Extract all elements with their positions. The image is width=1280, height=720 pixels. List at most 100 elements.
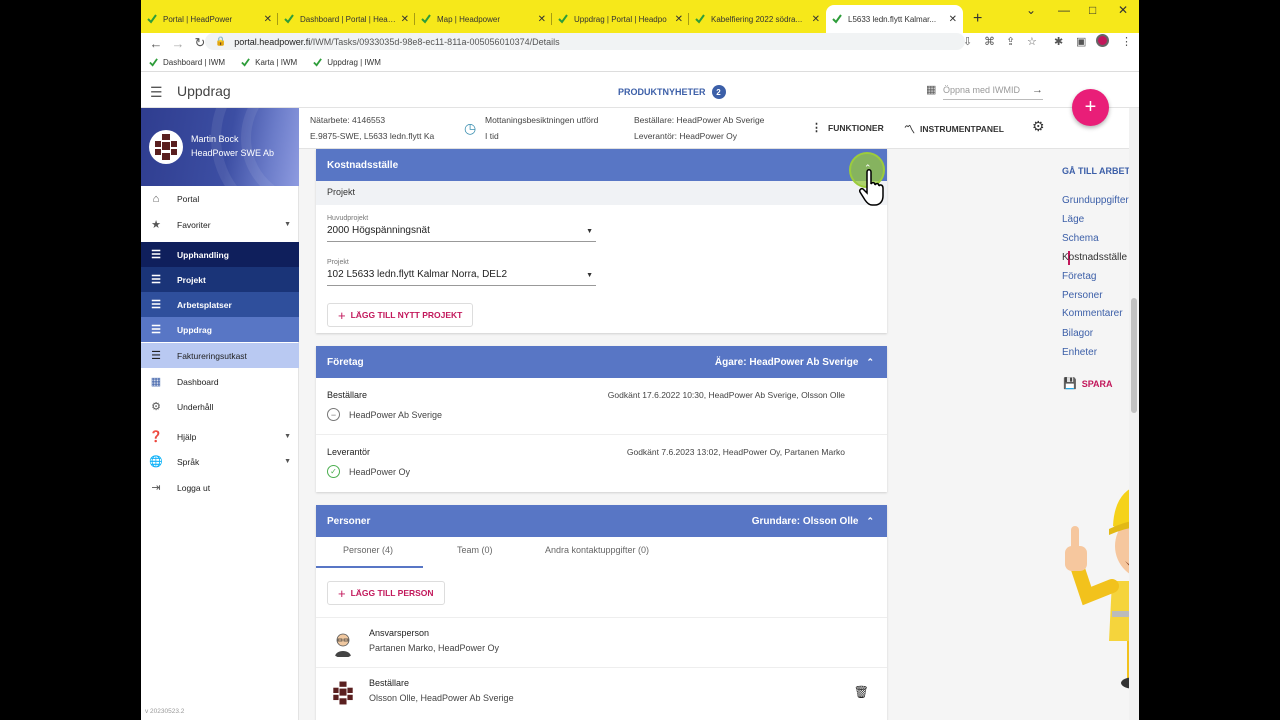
headpower-favicon <box>695 14 705 24</box>
lock-icon: 🔒 <box>215 36 227 46</box>
personer-header[interactable]: Personer Grundare: Olsson Olle ⌃ <box>316 505 887 537</box>
add-project-button[interactable]: + LÄGG TILL NYTT PROJEKT <box>327 303 474 327</box>
person-row[interactable]: Ansvarsperson Partanen Marko, HeadPower … <box>316 617 887 667</box>
person-row[interactable]: Beställare Olsson Olle, HeadPower Ab Sve… <box>316 667 887 717</box>
browser-tab[interactable]: Uppdrag | Portal | Headpo ✕ <box>552 5 689 33</box>
nav-link-grunduppgifter[interactable]: Grunduppgifter <box>1062 195 1129 206</box>
instrumentpanel-button[interactable]: 〽 INSTRUMENTPANEL <box>904 121 1004 137</box>
chevron-up-icon[interactable]: ⌃ <box>866 357 874 368</box>
install-icon[interactable]: ⇩ <box>963 35 972 48</box>
browser-tab[interactable]: Kabelfiering 2022 södra... ✕ <box>689 5 826 33</box>
close-tab-icon[interactable]: ✕ <box>949 14 957 25</box>
bookmark[interactable]: Karta | IWM <box>241 58 297 67</box>
person-role: Ansvarsperson <box>369 628 430 638</box>
close-tab-icon[interactable]: ✕ <box>264 14 272 25</box>
gear-icon: ⚙ <box>151 401 161 413</box>
sidebar-item-arbetsplatser[interactable]: ☰ Arbetsplatser <box>141 292 299 317</box>
tab-title: Portal | HeadPower <box>163 14 233 24</box>
back-icon[interactable]: ← <box>149 36 163 51</box>
menu-icon[interactable]: ☰ <box>150 84 163 101</box>
dropdown-arrow-icon: ▼ <box>284 433 291 440</box>
sidebar-item-projekt[interactable]: ☰ Projekt <box>141 267 299 292</box>
browser-tab[interactable]: Map | Headpower ✕ <box>415 5 552 33</box>
list-icon: ☰ <box>151 274 161 286</box>
bookmark[interactable]: Dashboard | IWM <box>149 58 225 67</box>
product-news-label: PRODUKTNYHETER <box>618 87 706 97</box>
tab-title: Kabelfiering 2022 södra... <box>711 14 803 24</box>
browser-tab[interactable]: Portal | HeadPower ✕ <box>141 5 278 33</box>
profile-icon[interactable] <box>1096 34 1109 47</box>
profile-header: Martin Bock HeadPower SWE Ab <box>141 108 299 186</box>
translate-icon[interactable]: ⌘ <box>984 35 995 48</box>
kostnadsstalle-header[interactable]: Kostnadsställe <box>316 149 887 181</box>
nav-link-lage[interactable]: Läge <box>1062 214 1084 225</box>
company-entry[interactable]: − HeadPower Ab Sverige <box>327 408 442 421</box>
scrollbar-thumb[interactable] <box>1131 298 1137 413</box>
tab-contacts[interactable]: Andra kontaktuppgifter (0) <box>545 545 649 555</box>
sidebar-item-sprak[interactable]: 🌐 Språk ▼ <box>141 449 299 474</box>
product-news-button[interactable]: PRODUKTNYHETER 2 <box>618 85 726 99</box>
new-tab-icon[interactable]: + <box>973 5 982 33</box>
sidebar-item-favoriter[interactable]: ★ Favoriter ▼ <box>141 212 299 237</box>
arrow-right-icon[interactable]: → <box>1032 84 1043 96</box>
sidepanel-icon[interactable]: ▣ <box>1076 35 1086 48</box>
add-person-button[interactable]: + LÄGG TILL PERSON <box>327 581 445 605</box>
scrollbar[interactable] <box>1129 108 1139 720</box>
funktioner-button[interactable]: ⋮ FUNKTIONER <box>811 121 884 134</box>
sidebar-item-label: Faktureringsutkast <box>177 350 247 361</box>
iwmid-input[interactable]: Öppna med IWMID → <box>943 80 1043 100</box>
company-entry[interactable]: ✓ HeadPower Oy <box>327 465 410 478</box>
huvudprojekt-select[interactable]: Huvudprojekt 2000 Högspänningsnät ▼ <box>327 215 596 242</box>
maximize-icon[interactable]: □ <box>1089 3 1096 17</box>
minimize-icon[interactable]: — <box>1058 3 1070 17</box>
chevron-down-icon[interactable]: ⌄ <box>1026 3 1036 17</box>
tab-team[interactable]: Team (0) <box>457 545 493 555</box>
headpower-favicon <box>241 58 250 67</box>
sidebar-item-faktureringsutkast[interactable]: ☰ Faktureringsutkast <box>141 343 299 368</box>
delete-icon[interactable]: 🗑 <box>854 685 869 699</box>
close-window-icon[interactable]: ✕ <box>1118 3 1128 17</box>
url-field[interactable]: 🔒 portal.headpower.fi/IWM/Tasks/0933035d… <box>205 33 965 50</box>
sidebar-item-portal[interactable]: ⌂ Portal <box>141 186 299 211</box>
sidebar-item-dashboard[interactable]: ▦ Dashboard <box>141 369 299 394</box>
nav-link-personer[interactable]: Personer <box>1062 290 1103 301</box>
sidebar-item-uppdrag[interactable]: ☰ Uppdrag <box>141 317 299 342</box>
schedule-status: I tid <box>485 131 499 141</box>
bookmark[interactable]: Uppdrag | IWM <box>313 58 381 67</box>
nav-link-schema[interactable]: Schema <box>1062 233 1099 244</box>
nav-link-kommentarer[interactable]: Kommentarer <box>1062 308 1123 319</box>
extensions-icon[interactable]: ✱ <box>1054 35 1063 48</box>
sidebar-item-underhall[interactable]: ⚙ Underhåll <box>141 394 299 419</box>
close-tab-icon[interactable]: ✕ <box>538 14 546 25</box>
nav-link-kostnadsstalle[interactable]: Kostnadsställe <box>1062 252 1127 263</box>
bookmark-label: Dashboard | IWM <box>163 58 226 67</box>
iwmid-placeholder: Öppna med IWMID <box>943 84 1021 95</box>
bookmark-star-icon[interactable]: ☆ <box>1027 35 1037 48</box>
foretag-header[interactable]: Företag Ägare: HeadPower Ab Sverige ⌃ <box>316 346 887 378</box>
sidebar-item-upphandling[interactable]: ☰ Upphandling <box>141 242 299 267</box>
settings-gear-icon[interactable]: ⚙ <box>1032 118 1045 135</box>
tab-personer[interactable]: Personer (4) <box>343 545 393 555</box>
close-tab-icon[interactable]: ✕ <box>812 14 820 25</box>
nav-link-bilagor[interactable]: Bilagor <box>1062 328 1093 339</box>
close-tab-icon[interactable]: ✕ <box>675 14 683 25</box>
more-vert-icon[interactable]: ⋮ <box>1121 35 1132 48</box>
sidebar-item-logga-ut[interactable]: ⇥ Logga ut <box>141 475 299 500</box>
share-icon[interactable]: ⇪ <box>1006 35 1015 48</box>
company-logo-icon <box>328 678 358 708</box>
browser-tab-active[interactable]: L5633 ledn.flytt Kalmar... ✕ <box>826 5 963 33</box>
browser-tab[interactable]: Dashboard | Portal | Headp ✕ <box>278 5 415 33</box>
close-tab-icon[interactable]: ✕ <box>401 14 409 25</box>
nav-link-enheter[interactable]: Enheter <box>1062 347 1097 358</box>
forward-icon[interactable]: → <box>171 36 185 51</box>
map-icon[interactable]: ▦ <box>926 83 936 96</box>
main-content: Nätarbete: 4146553 E.9875-SWE, L5633 led… <box>299 108 1139 720</box>
save-button[interactable]: 💾 SPARA <box>1063 377 1113 390</box>
projekt-select[interactable]: Projekt 102 L5633 ledn.flytt Kalmar Norr… <box>327 259 596 286</box>
nav-link-foretag[interactable]: Företag <box>1062 271 1096 282</box>
sidebar-item-hjalp[interactable]: ❓ Hjälp ▼ <box>141 424 299 449</box>
chevron-up-icon[interactable]: ⌃ <box>866 516 874 527</box>
person-detail: Partanen Marko, HeadPower Oy <box>369 643 500 653</box>
add-fab-button[interactable]: + <box>1072 89 1109 126</box>
goto-workplace-link[interactable]: GÅ TILL ARBETSPLATSEN → <box>1062 165 1139 177</box>
